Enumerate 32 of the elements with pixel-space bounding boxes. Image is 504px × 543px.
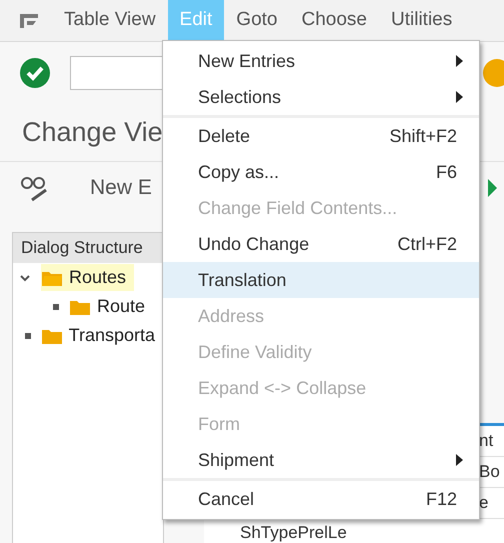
menu-icon[interactable] (20, 14, 38, 28)
page-title: Change Vie (22, 116, 163, 150)
menu-item[interactable]: Undo Change Ctrl+F2 (163, 226, 479, 262)
menu-bar-item[interactable]: Table View (52, 0, 168, 42)
menu-item[interactable]: Selections (163, 79, 479, 115)
menu-item[interactable]: Translation (163, 262, 479, 298)
tree-item[interactable]: Transporta (40, 322, 163, 349)
panel-header: Dialog Structure (13, 233, 163, 263)
menu-item[interactable]: Delete Shift+F2 (163, 118, 479, 154)
menu-bar-item[interactable]: Choose (290, 0, 379, 42)
shortcut-label: F6 (436, 160, 457, 184)
menu-item[interactable]: Copy as... F6 (163, 154, 479, 190)
tree-item[interactable]: Routes (41, 264, 134, 291)
tree-item[interactable]: Route (69, 293, 154, 320)
bullet-icon (53, 304, 59, 310)
table-cell: nt (479, 431, 494, 451)
check-icon[interactable] (20, 58, 50, 88)
menu-item[interactable]: Cancel F12 (163, 481, 479, 517)
table-cell: ShTypePrelLe (240, 523, 347, 543)
new-entries-button[interactable]: New E (90, 172, 152, 204)
play-icon[interactable] (486, 177, 498, 199)
table-cell: Bo (479, 462, 500, 482)
glasses-pencil-icon[interactable] (20, 174, 50, 202)
shortcut-label: Ctrl+F2 (397, 232, 457, 256)
shortcut-label: Shift+F2 (389, 124, 457, 148)
shortcut-label: F12 (426, 488, 457, 510)
bullet-icon (25, 332, 31, 338)
menu-bar-item[interactable]: Utilities (379, 0, 464, 42)
table-cell: e (479, 493, 488, 513)
menu-bar-item[interactable]: Goto (224, 0, 290, 42)
menu-item[interactable]: Shipment (163, 442, 479, 478)
menu-item[interactable]: New Entries (163, 43, 479, 79)
